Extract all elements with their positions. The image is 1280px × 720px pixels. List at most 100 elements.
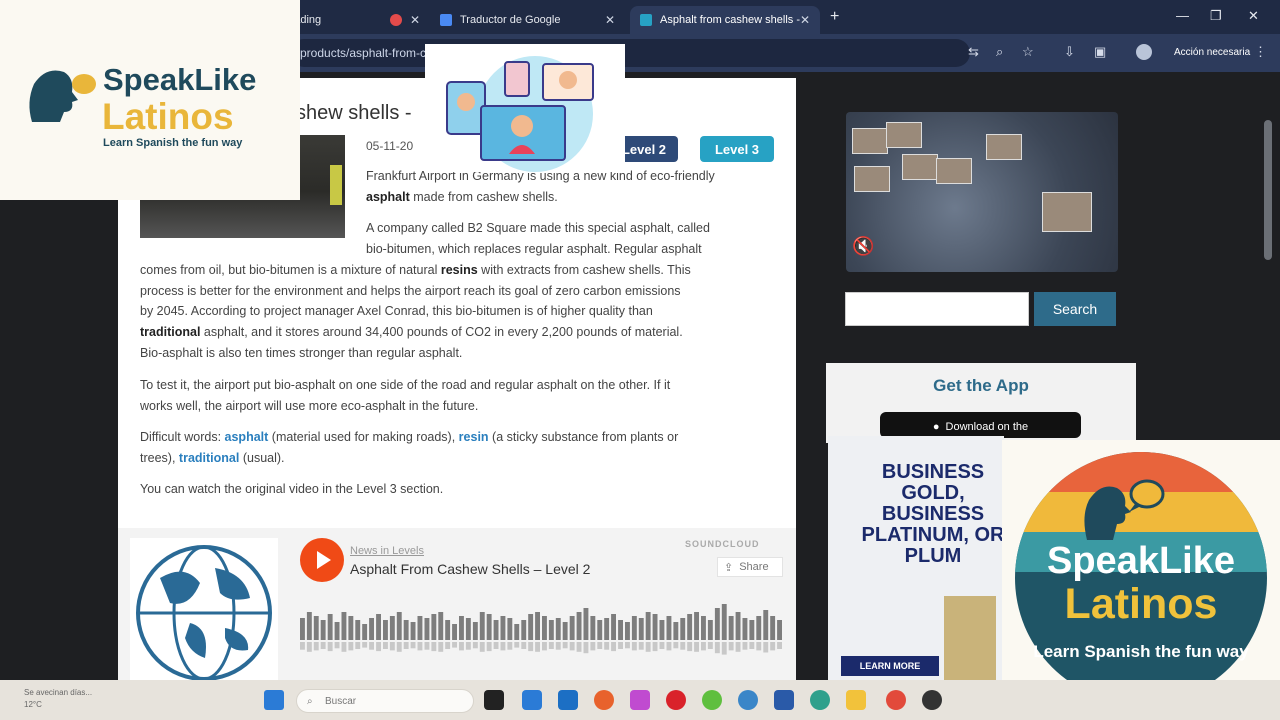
waveform-reflection (652, 642, 658, 652)
waveform-reflection (569, 642, 575, 651)
word-link-asphalt[interactable]: asphalt (225, 430, 269, 444)
scrollbar-thumb[interactable] (1264, 120, 1272, 260)
paragraph-1: Frankfurt Airport in Germany is using a … (366, 166, 786, 207)
ad-headline: BUSINESS GOLD, BUSINESS PLATINUM, OR PLU… (861, 461, 1005, 567)
extensions-icon[interactable]: ▣ (1094, 44, 1106, 60)
google-translate-icon (440, 14, 452, 26)
tab-asphalt-article[interactable]: Asphalt from cashew shells - Ne ✕ (630, 6, 820, 34)
waveform-bar (431, 614, 437, 640)
ad-learn-more-button[interactable]: LEARN MORE (841, 656, 939, 676)
minimize-icon[interactable]: — (1176, 8, 1189, 23)
article-title: shew shells - (296, 102, 412, 124)
difficult-words-label: Difficult words: (140, 430, 222, 444)
waveform-reflection (604, 642, 610, 650)
waveform-bar (694, 612, 699, 640)
waveform[interactable] (300, 596, 784, 660)
waveform-reflection (445, 642, 451, 649)
player-author-link[interactable]: News in Levels (350, 545, 424, 557)
waveform-bar (756, 616, 762, 640)
mute-icon[interactable]: 🔇 (852, 236, 874, 257)
waveform-reflection (625, 642, 630, 649)
close-icon[interactable]: ✕ (605, 13, 615, 27)
chrome-icon[interactable] (886, 690, 906, 710)
waveform-bar (528, 614, 534, 640)
waveform-bar (666, 616, 672, 640)
waveform-bar (652, 614, 658, 640)
taskbar-search-placeholder: Buscar (325, 695, 357, 707)
waveform-bar (555, 618, 561, 640)
weather-widget[interactable]: Se avecinan días... 12°C (24, 687, 92, 711)
waveform-reflection (631, 642, 637, 651)
firefox-icon[interactable] (594, 690, 614, 710)
new-tab-icon[interactable]: + (830, 8, 839, 26)
p1-line2: made from cashew shells. (413, 189, 558, 204)
waveform-reflection (486, 642, 492, 652)
search-icon: ⌕ (307, 695, 313, 707)
menu-icon[interactable]: ⋮ (1254, 44, 1267, 60)
download-icon[interactable]: ⇩ (1064, 44, 1075, 60)
waveform-bar (770, 616, 776, 640)
outlook-icon[interactable] (558, 690, 578, 710)
word-icon[interactable] (774, 690, 794, 710)
waveform-bar (597, 620, 603, 640)
p2-line-d: process is better for the environment an… (140, 283, 681, 298)
waveform-bar (300, 618, 305, 640)
play-button[interactable] (300, 538, 344, 582)
badge-text-speaklike: SpeakLike (1047, 540, 1235, 582)
video-thumbnail (986, 134, 1022, 160)
app-store-button[interactable]: ● Download on the (880, 412, 1081, 438)
sidebar-search-button[interactable]: Search (1034, 292, 1116, 326)
waveform-reflection (749, 642, 755, 649)
video-note: You can watch the original video in the … (140, 482, 444, 496)
waveform-reflection (479, 642, 485, 652)
waveform-reflection (521, 642, 527, 649)
sidebar-video[interactable] (846, 112, 1118, 272)
zoom-app-icon[interactable] (522, 690, 542, 710)
circle-app-icon[interactable] (702, 690, 722, 710)
waveform-reflection (396, 642, 402, 652)
waveform-bar (777, 620, 782, 640)
level-3-button[interactable]: Level 3 (700, 136, 774, 162)
word-link-resin[interactable]: resin (459, 430, 489, 444)
action-needed-button[interactable]: Acción necesaria (1166, 41, 1258, 63)
zoom-icon[interactable]: ⌕ (996, 44, 1003, 60)
share-button[interactable]: ⇪ Share (717, 557, 783, 577)
p1-bold: asphalt (366, 189, 410, 204)
paragraph-2-top: A company called B2 Square made this spe… (366, 218, 786, 259)
logo-text-speaklike: SpeakLike (103, 62, 257, 97)
edge-icon[interactable] (810, 690, 830, 710)
app-icon[interactable] (738, 690, 758, 710)
p2-line-a: A company called B2 Square made this spe… (366, 221, 710, 235)
waveform-bar (535, 612, 540, 640)
tab-google-translate[interactable]: Traductor de Google ✕ (430, 6, 625, 34)
app-icon[interactable] (922, 690, 942, 710)
app-store-label: Download on the (945, 421, 1029, 433)
recording-icon (390, 14, 402, 26)
translate-icon[interactable]: ⇆ (968, 44, 979, 60)
start-icon[interactable] (264, 690, 284, 710)
waveform-bar (707, 620, 713, 640)
task-view-icon[interactable] (484, 690, 504, 710)
waveform-reflection (590, 642, 596, 651)
sidebar-search-input[interactable] (845, 292, 1029, 326)
word-link-traditional[interactable]: traditional (179, 451, 239, 465)
close-icon[interactable]: ✕ (800, 13, 810, 27)
waveform-bar (542, 616, 547, 640)
waveform-reflection (694, 642, 699, 652)
taskbar-search[interactable]: ⌕ Buscar (296, 689, 474, 713)
close-icon[interactable]: ✕ (410, 13, 420, 27)
waveform-reflection (410, 642, 416, 649)
file-explorer-icon[interactable] (846, 690, 866, 710)
video-thumbnail (1042, 192, 1092, 232)
window-close-icon[interactable]: ✕ (1248, 8, 1259, 24)
profile-avatar[interactable] (1136, 44, 1152, 60)
bookmark-star-icon[interactable]: ☆ (1022, 44, 1034, 60)
soundcloud-logo[interactable]: SOUNDCLOUD (685, 539, 760, 549)
restore-icon[interactable]: ❐ (1210, 8, 1222, 24)
waveform-bar (714, 608, 720, 640)
copilot-icon[interactable] (630, 690, 650, 710)
waveform-bar (701, 616, 706, 640)
opera-icon[interactable] (666, 690, 686, 710)
address-bar[interactable]: products/asphalt-from-ca (290, 39, 970, 67)
waveform-bar (728, 616, 734, 640)
